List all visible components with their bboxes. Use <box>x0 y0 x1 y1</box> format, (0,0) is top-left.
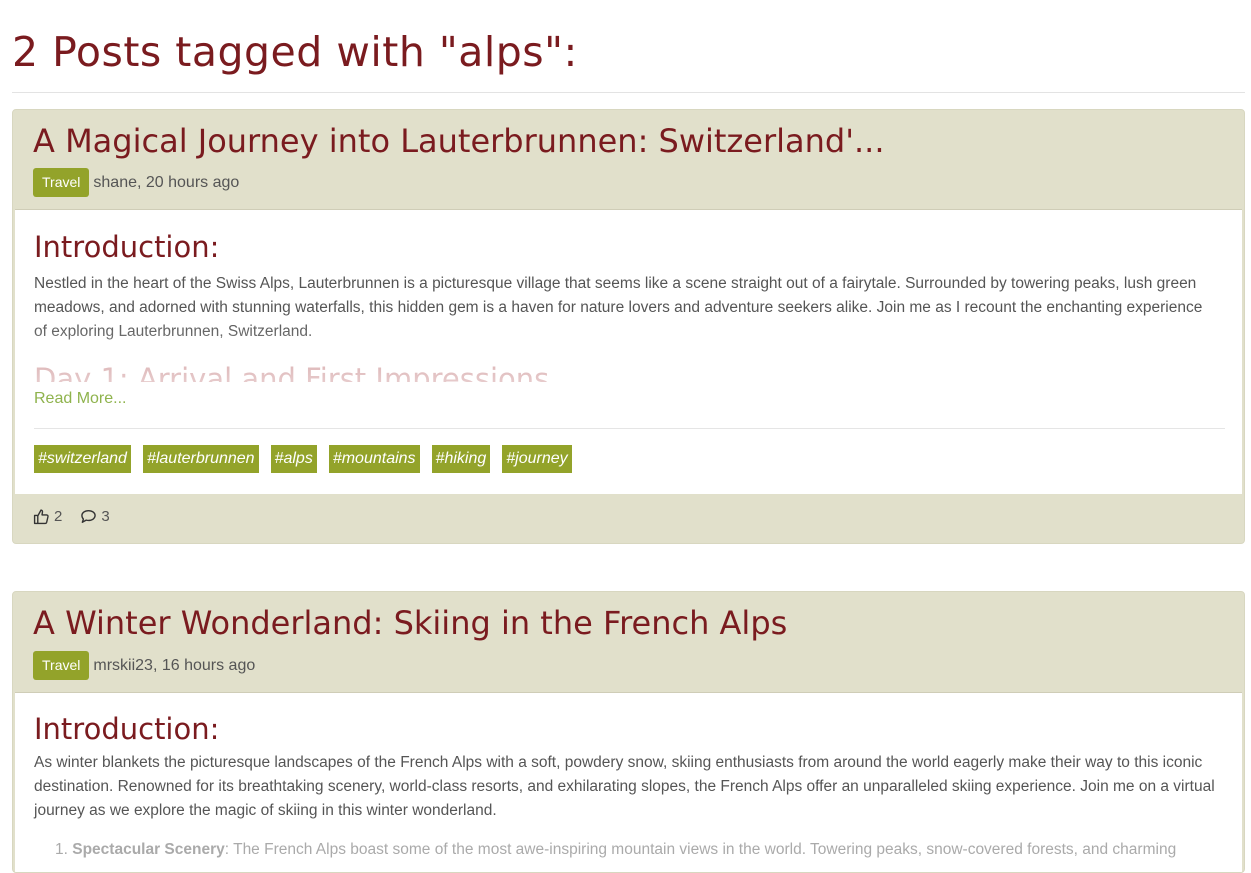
tag-link[interactable]: #mountains <box>328 445 420 473</box>
post-excerpt: As winter blankets the picturesque lands… <box>34 754 1215 819</box>
category-badge[interactable]: Travel <box>33 651 90 680</box>
list-item-text: : The French Alps boast some of the most… <box>224 841 1177 858</box>
post-body: Introduction: As winter blankets the pic… <box>15 692 1242 872</box>
post-title[interactable]: A Winter Wonderland: Skiing in the Frenc… <box>33 604 787 642</box>
likes-count: 2 <box>54 508 63 525</box>
post-title[interactable]: A Magical Journey into Lauterbrunnen: Sw… <box>33 122 885 160</box>
post-card: A Magical Journey into Lauterbrunnen: Sw… <box>12 109 1245 544</box>
tag-link[interactable]: #lauterbrunnen <box>142 445 259 473</box>
list-item: 1. Spectacular Scenery: The French Alps … <box>55 841 1176 859</box>
post-meta: Travel mrskii23, 16 hours ago <box>33 651 255 680</box>
read-more-link[interactable]: Read More... <box>34 390 126 408</box>
thumbs-up-icon <box>33 509 49 525</box>
tag-link[interactable]: #hiking <box>431 445 491 473</box>
comments-button[interactable]: 3 <box>80 508 110 525</box>
tag-link[interactable]: #alps <box>270 445 317 473</box>
post-meta: Travel shane, 20 hours ago <box>33 168 239 197</box>
post-excerpt: Nestled in the heart of the Swiss Alps, … <box>34 275 1203 340</box>
faded-heading: Day 1: Arrival and First Impressions <box>34 362 550 382</box>
section-title: Introduction: <box>34 230 220 264</box>
post-body: Introduction: Nestled in the heart of th… <box>15 209 1242 494</box>
body-divider <box>34 428 1225 429</box>
tag-link[interactable]: #switzerland <box>34 445 131 473</box>
section-title: Introduction: <box>34 712 220 746</box>
likes-button[interactable]: 2 <box>33 508 62 525</box>
page-title: 2 Posts tagged with "alps": <box>12 28 578 76</box>
comments-count: 3 <box>101 508 110 525</box>
title-divider <box>12 92 1245 93</box>
author-time: shane, 20 hours ago <box>93 173 240 191</box>
tag-list: #switzerland #lauterbrunnen #alps #mount… <box>34 445 584 473</box>
speech-bubble-icon <box>81 509 97 523</box>
tag-link[interactable]: #journey <box>502 445 572 473</box>
post-footer: 2 3 <box>33 508 128 525</box>
category-badge[interactable]: Travel <box>33 168 90 197</box>
author-time: mrskii23, 16 hours ago <box>93 656 256 674</box>
post-card: A Winter Wonderland: Skiing in the Frenc… <box>12 591 1245 873</box>
list-item-label: Spectacular Scenery <box>72 841 225 858</box>
list-item-number: 1. <box>55 841 68 858</box>
